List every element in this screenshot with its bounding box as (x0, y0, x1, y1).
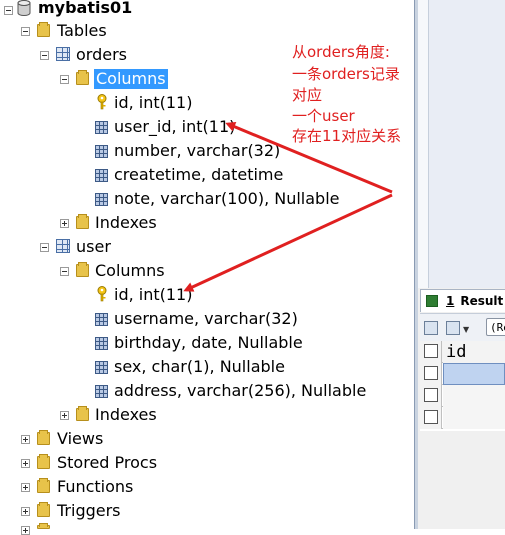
grid-cell[interactable] (443, 385, 505, 407)
row-checkbox[interactable] (424, 366, 438, 380)
arrow-to-user-pk (183, 193, 393, 292)
read-only-field[interactable]: (Re (486, 318, 505, 336)
arrow-to-user-id (225, 122, 393, 194)
select-all-checkbox[interactable] (424, 344, 438, 358)
result-tab-number: 1 (446, 294, 455, 308)
grid-column-header[interactable]: id (443, 341, 505, 363)
table-row[interactable] (420, 363, 505, 385)
grid-cell[interactable] (443, 363, 505, 385)
row-checkbox[interactable] (424, 410, 438, 424)
row-header (420, 407, 442, 429)
grid-add-icon[interactable] (424, 321, 438, 335)
grid-cell[interactable] (443, 407, 505, 429)
row-header (420, 385, 442, 407)
result-tab[interactable]: 1 Result (420, 289, 505, 312)
row-checkbox[interactable] (424, 388, 438, 402)
result-grid: id (420, 341, 505, 431)
row-header (420, 341, 442, 363)
grid-header-row: id (420, 341, 505, 363)
editor-pane (418, 0, 505, 288)
result-grid-icon (426, 295, 438, 307)
table-row[interactable] (420, 385, 505, 407)
result-tab-label: Result (460, 294, 504, 308)
chevron-down-icon[interactable]: ▼ (463, 325, 469, 334)
row-header (420, 363, 442, 385)
export-icon[interactable] (446, 321, 460, 335)
table-row[interactable] (420, 407, 505, 429)
